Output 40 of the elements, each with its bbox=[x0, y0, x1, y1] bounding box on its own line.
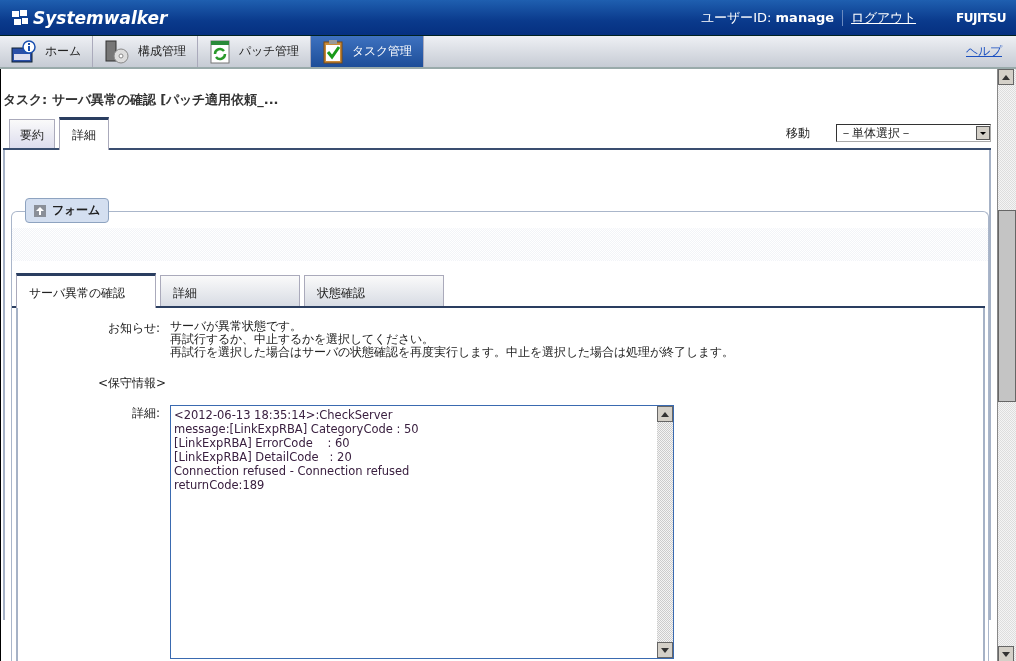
form-toggle[interactable]: フォーム bbox=[25, 198, 109, 223]
tab[interactable]: 詳細 bbox=[59, 117, 109, 150]
detail-text-area[interactable]: <2012-06-13 18:35:14>:CheckServer message:[LinkExpRBA] CategoryCode : 50 [LinkExpRBA] ErrorCode : 60 [LinkExpRBA] DetailCode : 20 Connection refused - Connection refused returnCode:189 bbox=[170, 405, 674, 659]
detail-label: 詳細: bbox=[130, 405, 160, 422]
nav-tab[interactable]: ホーム bbox=[0, 36, 93, 67]
server-disc-icon bbox=[104, 39, 130, 64]
scroll-up-button[interactable] bbox=[998, 69, 1014, 85]
nav-tab[interactable]: タスク管理 bbox=[311, 36, 424, 67]
document-refresh-icon bbox=[209, 39, 231, 64]
up-arrow-icon bbox=[1002, 74, 1010, 80]
scroll-up-button[interactable] bbox=[657, 406, 673, 422]
notice-text: サーバが異常状態です。 再試行するか、中止するかを選択してください。 再試行を選択した場合はサーバの状態確認を再度実行します。中止を選択した場合は処理が終了します。 bbox=[170, 320, 734, 359]
nav-tab[interactable]: パッチ管理 bbox=[198, 36, 311, 67]
page-title: タスク: サーバ異常の確認 [パッチ適用依頼_... bbox=[3, 91, 280, 109]
tab[interactable]: 状態確認 bbox=[304, 275, 444, 306]
page-scrollbar[interactable] bbox=[997, 69, 1016, 661]
section-label: <保守情報> bbox=[98, 375, 168, 392]
notice-label: お知らせ: bbox=[106, 320, 160, 337]
tab[interactable]: サーバ異常の確認 bbox=[16, 273, 156, 308]
nav-tab[interactable]: 構成管理 bbox=[93, 36, 198, 67]
move-select[interactable]: －単体選択－ bbox=[836, 124, 991, 142]
move-label: 移動 bbox=[786, 124, 810, 142]
down-arrow-icon bbox=[1002, 651, 1010, 657]
info-monitor-icon bbox=[11, 39, 37, 64]
scroll-thumb[interactable] bbox=[998, 210, 1016, 402]
scroll-down-button[interactable] bbox=[657, 642, 673, 658]
tab[interactable]: 要約 bbox=[9, 119, 55, 148]
help-link[interactable]: ヘルプ bbox=[966, 43, 1002, 60]
down-arrow-icon bbox=[661, 647, 669, 653]
user-id-text: ユーザーID: manage bbox=[701, 8, 835, 27]
tab[interactable]: 詳細 bbox=[160, 275, 300, 306]
logout-link[interactable]: ログアウト bbox=[851, 8, 917, 27]
scroll-down-button[interactable] bbox=[998, 646, 1014, 661]
logo-icon bbox=[10, 8, 30, 27]
collapse-icon bbox=[34, 204, 46, 217]
up-arrow-icon bbox=[661, 411, 669, 417]
brand-logo: FUJITSU bbox=[956, 10, 1006, 25]
clipboard-check-icon bbox=[322, 39, 344, 64]
logo-text: Systemwalker bbox=[33, 7, 168, 28]
text-area-scrollbar[interactable] bbox=[657, 406, 673, 658]
